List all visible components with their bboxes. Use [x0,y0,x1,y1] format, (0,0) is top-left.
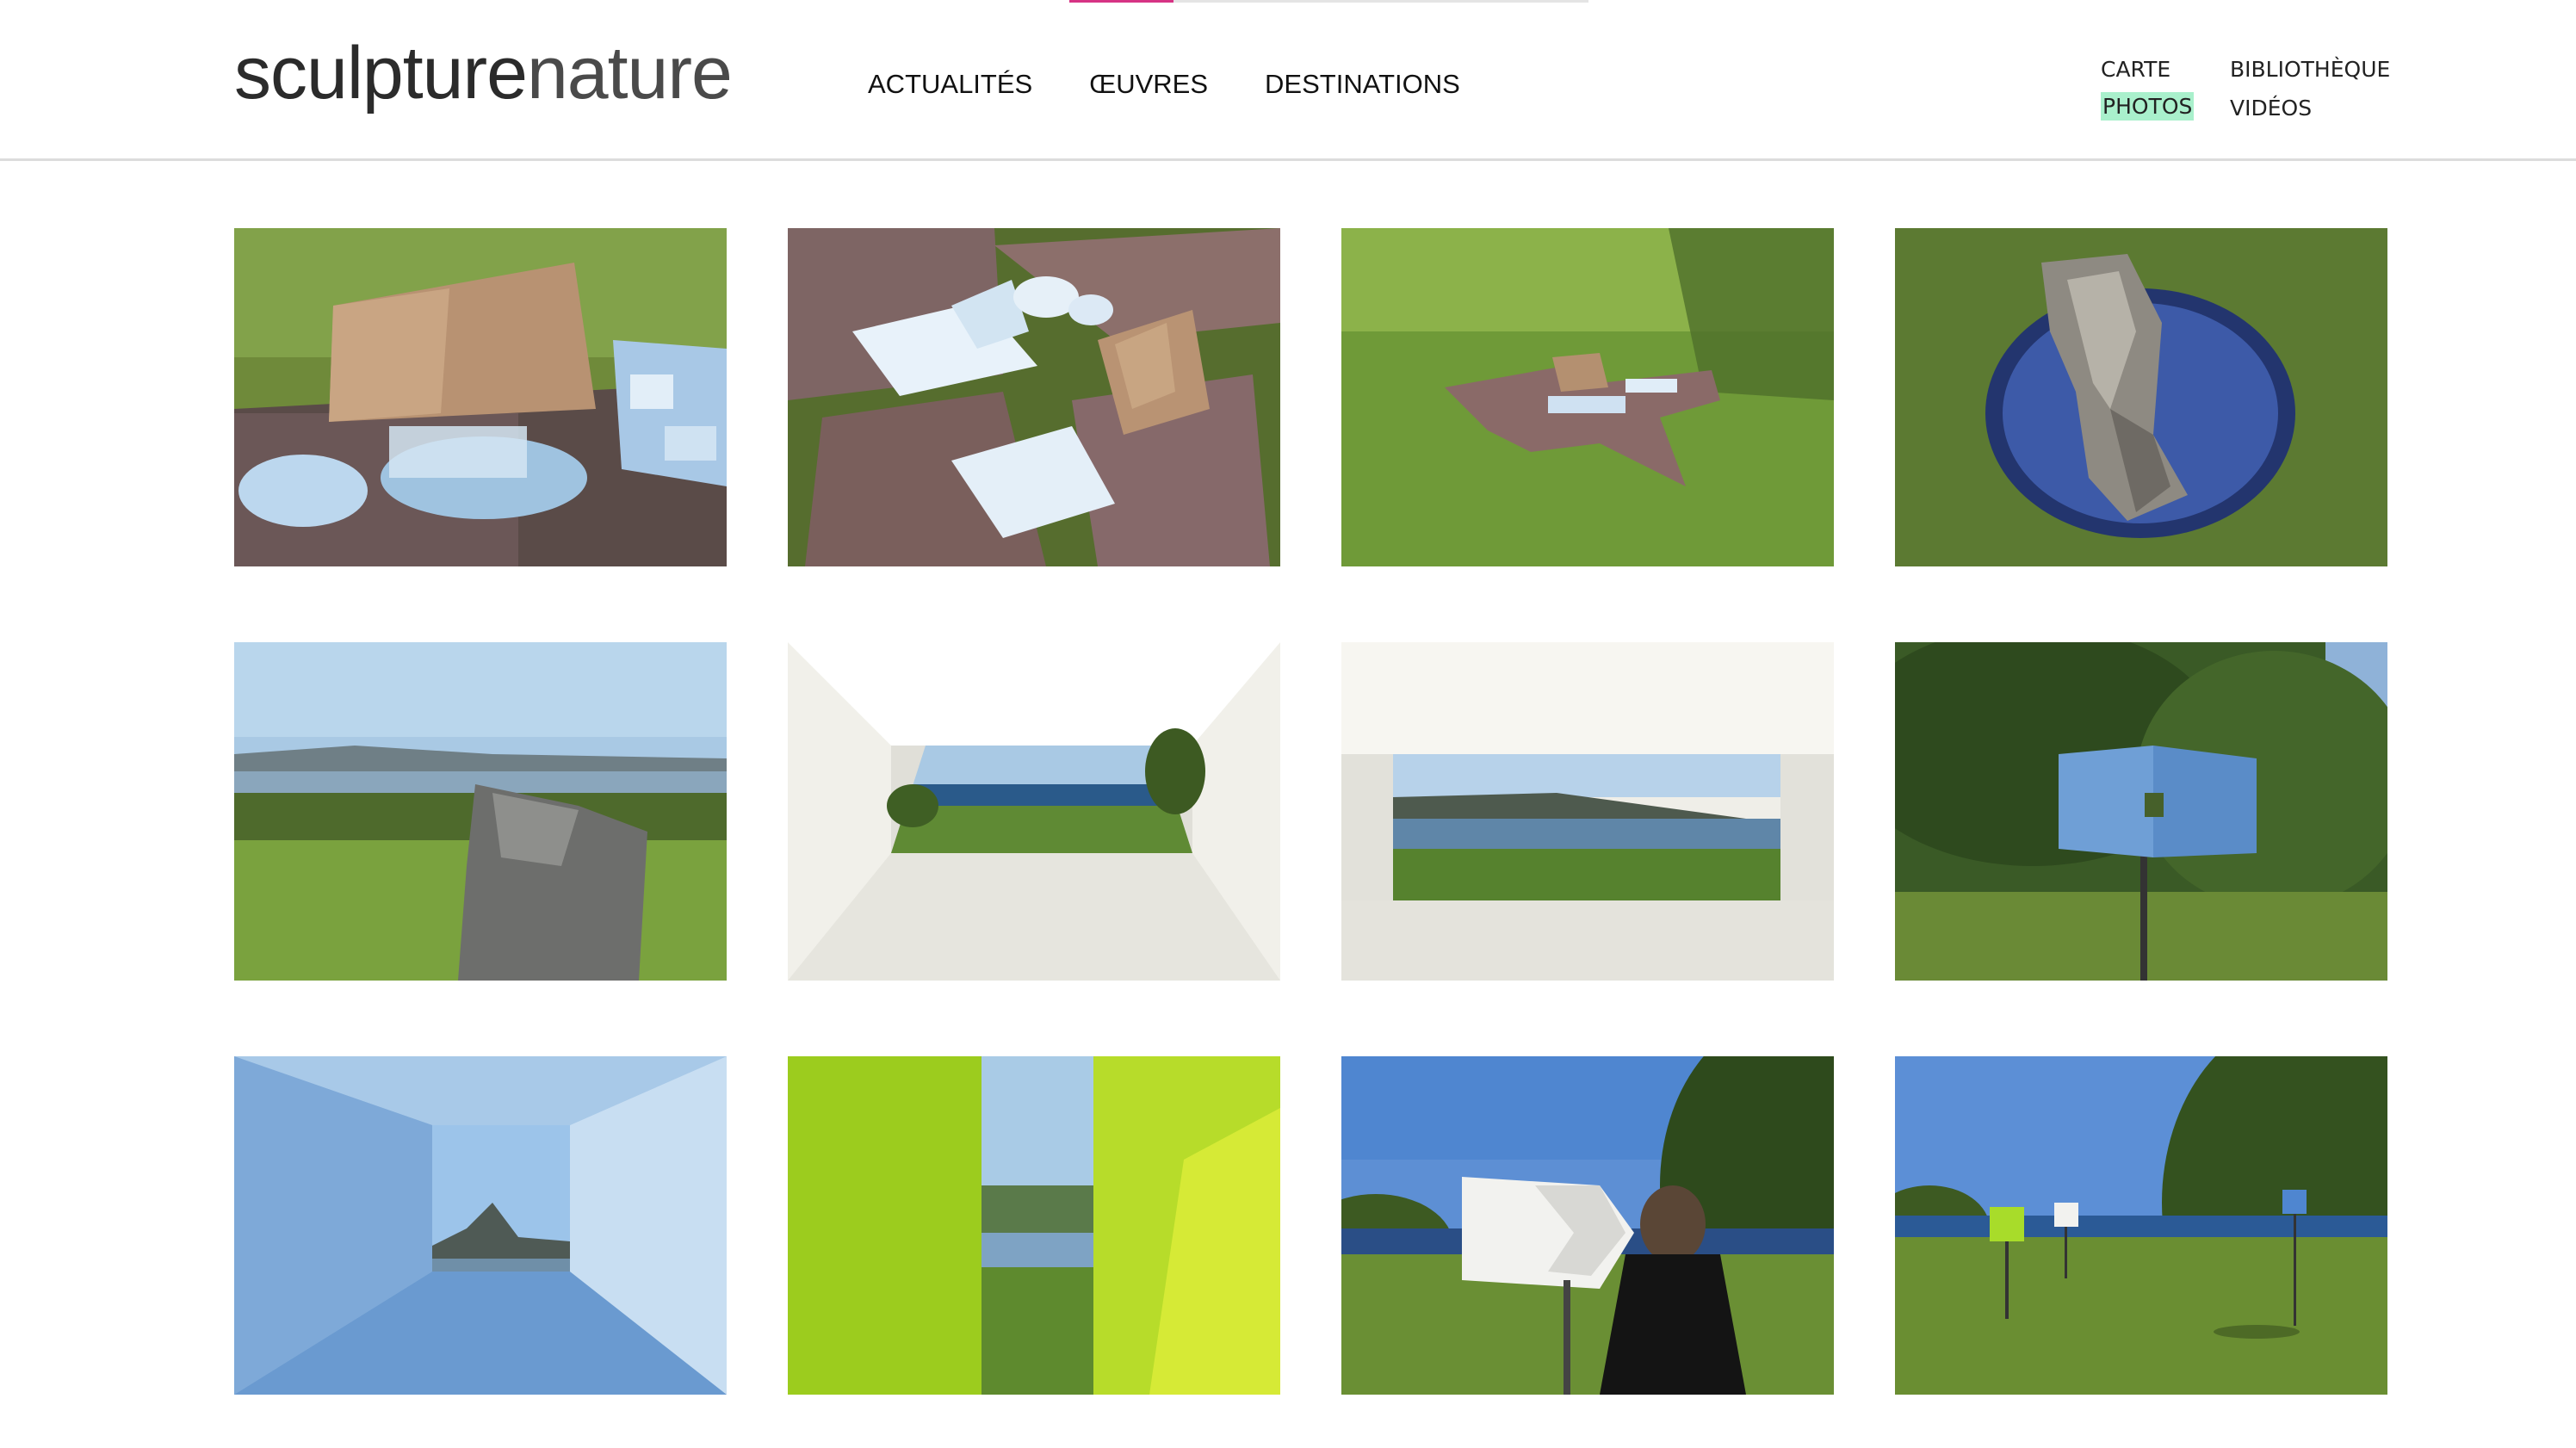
logo-part-nature: nature [526,32,733,114]
gallery-photo[interactable] [1895,228,2387,566]
nav-actualites[interactable]: ACTUALITÉS [868,69,1032,100]
gallery-photo[interactable] [234,228,727,566]
gallery-photo[interactable] [234,1056,727,1395]
site-header: sculpturenature ACTUALITÉS ŒUVRES DESTIN… [0,0,2576,161]
gallery-photo[interactable] [1341,1056,1834,1395]
nav-bibliotheque[interactable]: BIBLIOTHÈQUE [2230,55,2390,84]
gallery-photo[interactable] [234,642,727,981]
gallery-photo[interactable] [1895,642,2387,981]
reading-progress-fill [1069,0,1173,3]
secondary-navigation: CARTE BIBLIOTHÈQUE PHOTOS VIDÉOS [2101,55,2390,122]
gallery-photo[interactable] [1341,642,1834,981]
site-logo[interactable]: sculpturenature [234,31,733,116]
nav-carte[interactable]: CARTE [2101,55,2230,84]
nav-videos[interactable]: VIDÉOS [2230,94,2390,122]
gallery-photo[interactable] [1895,1056,2387,1395]
reading-progress-bar [1069,0,1588,3]
nav-oeuvres[interactable]: ŒUVRES [1089,69,1208,100]
page: sculpturenature ACTUALITÉS ŒUVRES DESTIN… [0,0,2576,1448]
gallery-photo[interactable] [788,1056,1280,1395]
main-navigation: ACTUALITÉS ŒUVRES DESTINATIONS [868,69,1460,100]
photo-gallery [234,228,2387,1395]
gallery-photo[interactable] [1341,228,1834,566]
gallery-photo[interactable] [788,228,1280,566]
logo-part-sculpture: sculpture [234,32,528,114]
gallery-photo[interactable] [788,642,1280,981]
nav-photos[interactable]: PHOTOS [2101,92,2195,121]
nav-destinations[interactable]: DESTINATIONS [1265,69,1460,100]
